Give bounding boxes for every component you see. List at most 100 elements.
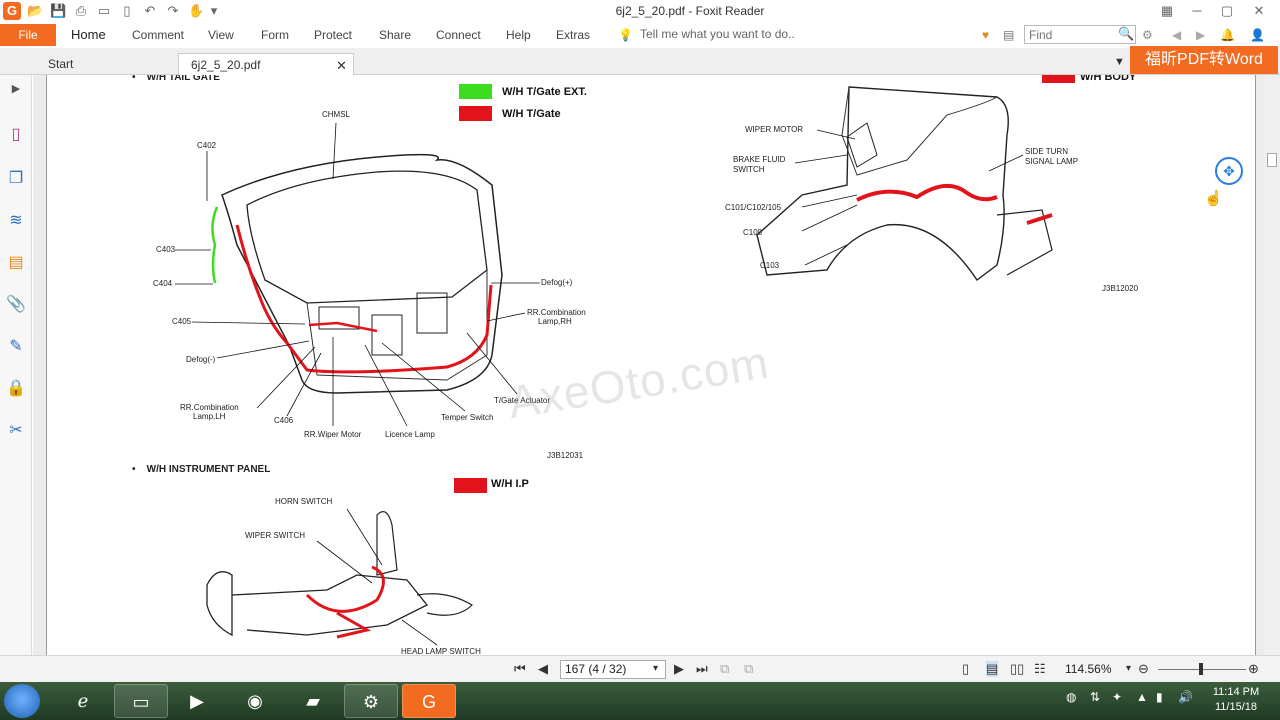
- scrollbar-thumb[interactable]: [1267, 153, 1277, 167]
- next-page-icon[interactable]: ▶: [674, 661, 684, 677]
- continuous-page-icon[interactable]: ▤: [986, 661, 999, 677]
- label-c103: C103: [760, 261, 780, 270]
- menu-extras[interactable]: Extras: [556, 28, 590, 42]
- minimize-button[interactable]: ─: [1182, 0, 1212, 22]
- continuous-facing-icon[interactable]: ☷: [1034, 661, 1046, 677]
- user-avatar-icon[interactable]: 👤: [1250, 28, 1265, 42]
- tab-list-dropdown-icon[interactable]: ▼: [1114, 56, 1125, 68]
- layout-icon[interactable]: ▦: [1152, 0, 1182, 22]
- system-clock[interactable]: 11:14 PM 11/15/18: [1206, 685, 1266, 715]
- label-rr-comb-rh-1: RR.Combination: [527, 308, 586, 317]
- first-page-icon[interactable]: ⏮: [514, 661, 526, 677]
- pdf-page: • W/H TAIL GATE W/H T/Gate EXT. W/H T/Ga…: [46, 75, 1256, 655]
- tray-network-icon[interactable]: ⇅: [1090, 690, 1100, 704]
- chrome-icon[interactable]: ◉: [228, 684, 282, 718]
- security-lock-icon[interactable]: 🔒: [6, 379, 26, 399]
- comments-panel-icon[interactable]: ▤: [6, 253, 26, 273]
- section-instrument-heading: • W/H INSTRUMENT PANEL: [132, 464, 271, 475]
- label-chmsl: CHMSL: [322, 110, 351, 119]
- volume-icon[interactable]: 🔊: [1178, 690, 1193, 704]
- signatures-panel-icon[interactable]: ✎: [6, 337, 26, 357]
- prev-page-icon[interactable]: ◀: [538, 661, 548, 677]
- tray-show-hidden-icon[interactable]: ▲: [1136, 690, 1148, 704]
- vertical-scrollbar[interactable]: [1264, 75, 1280, 655]
- diagram-code-tailgate: J3B12031: [547, 451, 584, 460]
- label-rr-comb-lh-2: Lamp,LH: [193, 412, 226, 421]
- label-c101-c102-105: C101/C102/105: [725, 203, 782, 212]
- label-rr-wiper-motor: RR.Wiper Motor: [304, 430, 362, 439]
- internet-explorer-icon[interactable]: ℯ: [56, 684, 110, 718]
- media-player-icon[interactable]: ▶: [170, 684, 224, 718]
- window-title: 6j2_5_20.pdf - Foxit Reader: [615, 4, 765, 18]
- tray-cursor-icon[interactable]: ✦: [1112, 690, 1122, 704]
- tab-close-icon[interactable]: ✕: [336, 58, 347, 74]
- menu-protect[interactable]: Protect: [314, 28, 352, 42]
- video-app-icon[interactable]: ⚙: [344, 684, 398, 718]
- layers-panel-icon[interactable]: ≋: [6, 211, 26, 231]
- close-button[interactable]: ✕: [1244, 0, 1274, 22]
- next-view-icon[interactable]: ⧉: [744, 661, 753, 677]
- page-number-field[interactable]: 167 (4 / 32): [560, 660, 666, 679]
- notification-bell-icon[interactable]: 🔔: [1220, 28, 1235, 42]
- label-side-turn-1: SIDE TURN: [1025, 147, 1068, 156]
- ribbon-menu: File Home Comment View Form Protect Shar…: [0, 22, 1280, 48]
- notes-app-icon[interactable]: ▰: [286, 684, 340, 718]
- zoom-dropdown-icon[interactable]: ▾: [1126, 663, 1131, 674]
- tab-start[interactable]: Start: [36, 53, 176, 75]
- tray-app-icon[interactable]: ◍: [1066, 690, 1076, 704]
- pan-navigation-icon[interactable]: ✥: [1215, 157, 1243, 185]
- menu-view[interactable]: View: [208, 28, 234, 42]
- single-page-icon[interactable]: ▯: [962, 661, 969, 677]
- settings-gear-icon[interactable]: ⚙: [1142, 28, 1153, 42]
- tab-document[interactable]: 6j2_5_20.pdf: [178, 53, 354, 75]
- windows-taskbar: ℯ ▭ ▶ ◉ ▰ ⚙ G ◍ ⇅ ✦ ▲ ▮ 🔊 11:14 PM 11/15…: [0, 682, 1280, 720]
- menu-connect[interactable]: Connect: [436, 28, 481, 42]
- legend-ip: W/H I.P: [491, 478, 529, 490]
- foxit-taskbar-icon[interactable]: G: [402, 684, 456, 718]
- prev-view-icon[interactable]: ⧉: [720, 661, 729, 677]
- document-tabs: Start 6j2_5_20.pdf ✕: [0, 48, 1280, 75]
- page-dropdown-icon[interactable]: ▾: [653, 663, 658, 674]
- label-side-turn-2: SIGNAL LAMP: [1025, 157, 1079, 166]
- label-rr-comb-lh-1: RR.Combination: [180, 403, 239, 412]
- zoom-slider-thumb[interactable]: [1199, 663, 1203, 675]
- zoom-level[interactable]: 114.56%: [1065, 662, 1111, 676]
- zoom-in-icon[interactable]: ⊕: [1248, 661, 1259, 677]
- back-arrow-icon[interactable]: ◀: [1172, 28, 1181, 42]
- file-explorer-icon[interactable]: ▭: [114, 684, 168, 718]
- label-c406: C406: [274, 416, 294, 425]
- panel-expand-icon[interactable]: ▶: [6, 79, 26, 99]
- menu-help[interactable]: Help: [506, 28, 531, 42]
- instrument-diagram: [206, 508, 473, 646]
- attachments-panel-icon[interactable]: 📎: [6, 295, 26, 315]
- heart-icon[interactable]: ♥: [982, 28, 989, 42]
- clock-time: 11:14 PM: [1212, 686, 1260, 698]
- label-brake-fluid-2: SWITCH: [733, 165, 765, 174]
- menu-comment[interactable]: Comment: [132, 28, 184, 42]
- document-viewer[interactable]: • W/H TAIL GATE W/H T/Gate EXT. W/H T/Ga…: [33, 75, 1264, 655]
- signal-icon[interactable]: ▮: [1156, 690, 1163, 704]
- menu-home[interactable]: Home: [71, 27, 106, 42]
- skin-icon[interactable]: ▤: [1003, 28, 1014, 42]
- pages-panel-icon[interactable]: ❐: [6, 169, 26, 189]
- label-brake-fluid-1: BRAKE FLUID: [733, 155, 786, 164]
- menu-form[interactable]: Form: [261, 28, 289, 42]
- start-button[interactable]: [4, 684, 40, 718]
- label-licence-lamp: Licence Lamp: [385, 430, 435, 439]
- label-c108: C108: [743, 228, 763, 237]
- search-icon[interactable]: 🔍: [1118, 26, 1134, 42]
- title-bar: G 📂 💾 ⎙ ▭ ▯ ↶ ↷ ✋ ▾ 6j2_5_20.pdf - Foxit…: [0, 0, 1280, 22]
- tell-me-search[interactable]: Tell me what you want to do..: [640, 27, 795, 41]
- tools-panel-icon[interactable]: ✂: [6, 421, 26, 441]
- file-menu-button[interactable]: File: [0, 24, 56, 46]
- facing-pages-icon[interactable]: ▯▯: [1010, 661, 1024, 677]
- zoom-out-icon[interactable]: ⊖: [1138, 661, 1149, 677]
- forward-arrow-icon[interactable]: ▶: [1196, 28, 1205, 42]
- bookmark-panel-icon[interactable]: ▯: [6, 125, 26, 145]
- maximize-button[interactable]: ▢: [1212, 0, 1242, 22]
- label-wiper-switch: WIPER SWITCH: [245, 531, 305, 540]
- promo-banner[interactable]: 福昕PDF转Word: [1130, 46, 1278, 74]
- menu-share[interactable]: Share: [379, 28, 411, 42]
- last-page-icon[interactable]: ⏭: [696, 661, 708, 677]
- left-navigation-panel: ▶ ▯ ❐ ≋ ▤ 📎 ✎ 🔒 ✂: [0, 75, 32, 655]
